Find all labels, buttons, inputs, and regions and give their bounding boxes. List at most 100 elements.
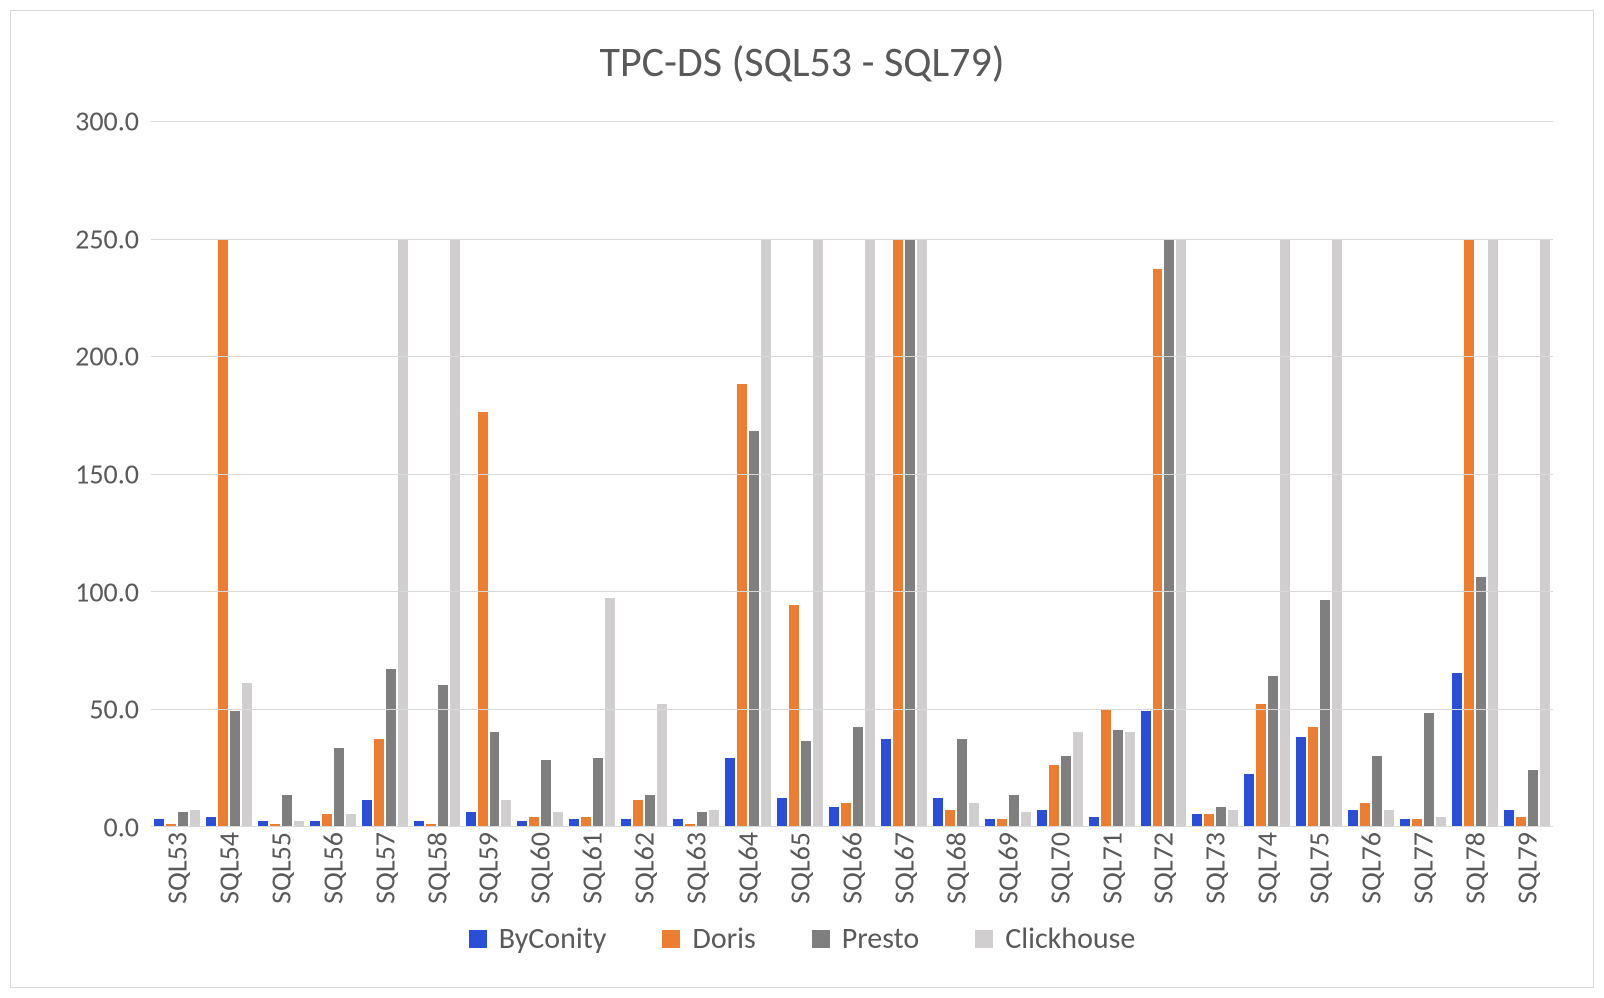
bar: [154, 819, 164, 826]
x-tick: SQL61: [566, 832, 618, 892]
bar: [346, 814, 356, 826]
bar: [1268, 676, 1278, 826]
x-tick: SQL73: [1189, 832, 1241, 892]
bar: [282, 795, 292, 826]
bar: [529, 817, 539, 826]
bar: [334, 748, 344, 826]
bar: [1372, 756, 1382, 827]
x-tick-label: SQL53: [159, 832, 194, 904]
bar: [190, 810, 200, 826]
bar: [1400, 819, 1410, 826]
x-tick: SQL68: [930, 832, 982, 892]
bar: [1384, 810, 1394, 826]
x-tick-label: SQL79: [1509, 832, 1544, 904]
bar: [1228, 810, 1238, 826]
x-tick: SQL71: [1086, 832, 1138, 892]
bar: [1089, 817, 1099, 826]
bar: [1540, 239, 1550, 827]
x-tick-label: SQL73: [1198, 832, 1233, 904]
bar: [1360, 803, 1370, 827]
bar: [362, 800, 372, 826]
legend-label: Doris: [692, 920, 755, 957]
bar: [1476, 577, 1486, 826]
x-tick-label: SQL72: [1146, 832, 1181, 904]
legend-swatch: [469, 930, 487, 948]
x-tick: SQL53: [151, 832, 203, 892]
bar: [1216, 807, 1226, 826]
bar: [438, 685, 448, 826]
y-tick-label: 0.0: [104, 810, 139, 845]
bar: [1101, 709, 1111, 827]
bar: [1348, 810, 1358, 826]
bar: [1192, 814, 1202, 826]
x-tick-label: SQL63: [679, 832, 714, 904]
grid-line: [151, 474, 1553, 475]
legend-label: Clickhouse: [1005, 920, 1135, 957]
grid-line: [151, 709, 1553, 710]
bar: [1528, 770, 1538, 826]
bar: [725, 758, 735, 826]
grid-line: [151, 239, 1553, 240]
bar: [645, 795, 655, 826]
legend-item-clickhouse: Clickhouse: [975, 920, 1135, 957]
bar: [466, 812, 476, 826]
x-tick-label: SQL71: [1094, 832, 1129, 904]
x-axis: SQL53SQL54SQL55SQL56SQL57SQL58SQL59SQL60…: [151, 832, 1553, 892]
bar: [997, 819, 1007, 826]
x-tick-label: SQL58: [419, 832, 454, 904]
bar: [761, 239, 771, 827]
bar: [893, 239, 903, 827]
x-tick: SQL72: [1138, 832, 1190, 892]
bar: [541, 760, 551, 826]
bar: [969, 803, 979, 827]
y-tick-label: 300.0: [75, 104, 139, 139]
bar: [1061, 756, 1071, 827]
bar: [1125, 732, 1135, 826]
x-tick-label: SQL55: [263, 832, 298, 904]
bar: [374, 739, 384, 826]
bar: [957, 739, 967, 826]
bar: [749, 431, 759, 826]
bar: [633, 800, 643, 826]
x-tick-label: SQL61: [575, 832, 610, 904]
x-tick-label: SQL56: [315, 832, 350, 904]
grid-line: [151, 591, 1553, 592]
bar: [1436, 817, 1446, 826]
bar: [605, 598, 615, 826]
x-tick-label: SQL60: [523, 832, 558, 904]
x-tick-label: SQL66: [834, 832, 869, 904]
grid-line: [151, 826, 1553, 827]
bar: [1488, 239, 1498, 827]
x-tick: SQL64: [722, 832, 774, 892]
x-tick: SQL57: [359, 832, 411, 892]
bar: [386, 669, 396, 826]
bar: [1037, 810, 1047, 826]
x-tick-label: SQL57: [367, 832, 402, 904]
x-tick: SQL63: [670, 832, 722, 892]
bar: [490, 732, 500, 826]
bar: [1204, 814, 1214, 826]
bar: [218, 239, 228, 827]
x-tick-label: SQL75: [1302, 832, 1337, 904]
bar: [1516, 817, 1526, 826]
bar: [569, 819, 579, 826]
bar: [1113, 730, 1123, 826]
bar: [1009, 795, 1019, 826]
y-tick-label: 100.0: [75, 574, 139, 609]
legend-item-byconity: ByConity: [469, 920, 607, 957]
bar: [865, 239, 875, 827]
bar: [1412, 819, 1422, 826]
bar: [933, 798, 943, 826]
x-tick: SQL79: [1501, 832, 1553, 892]
x-tick: SQL60: [514, 832, 566, 892]
bar: [841, 803, 851, 827]
y-tick-label: 200.0: [75, 339, 139, 374]
x-tick-label: SQL68: [938, 832, 973, 904]
bar: [1021, 812, 1031, 826]
bar: [206, 817, 216, 826]
bar: [829, 807, 839, 826]
bar: [777, 798, 787, 826]
legend-label: Presto: [842, 920, 919, 957]
bar: [737, 384, 747, 826]
legend-item-presto: Presto: [812, 920, 919, 957]
